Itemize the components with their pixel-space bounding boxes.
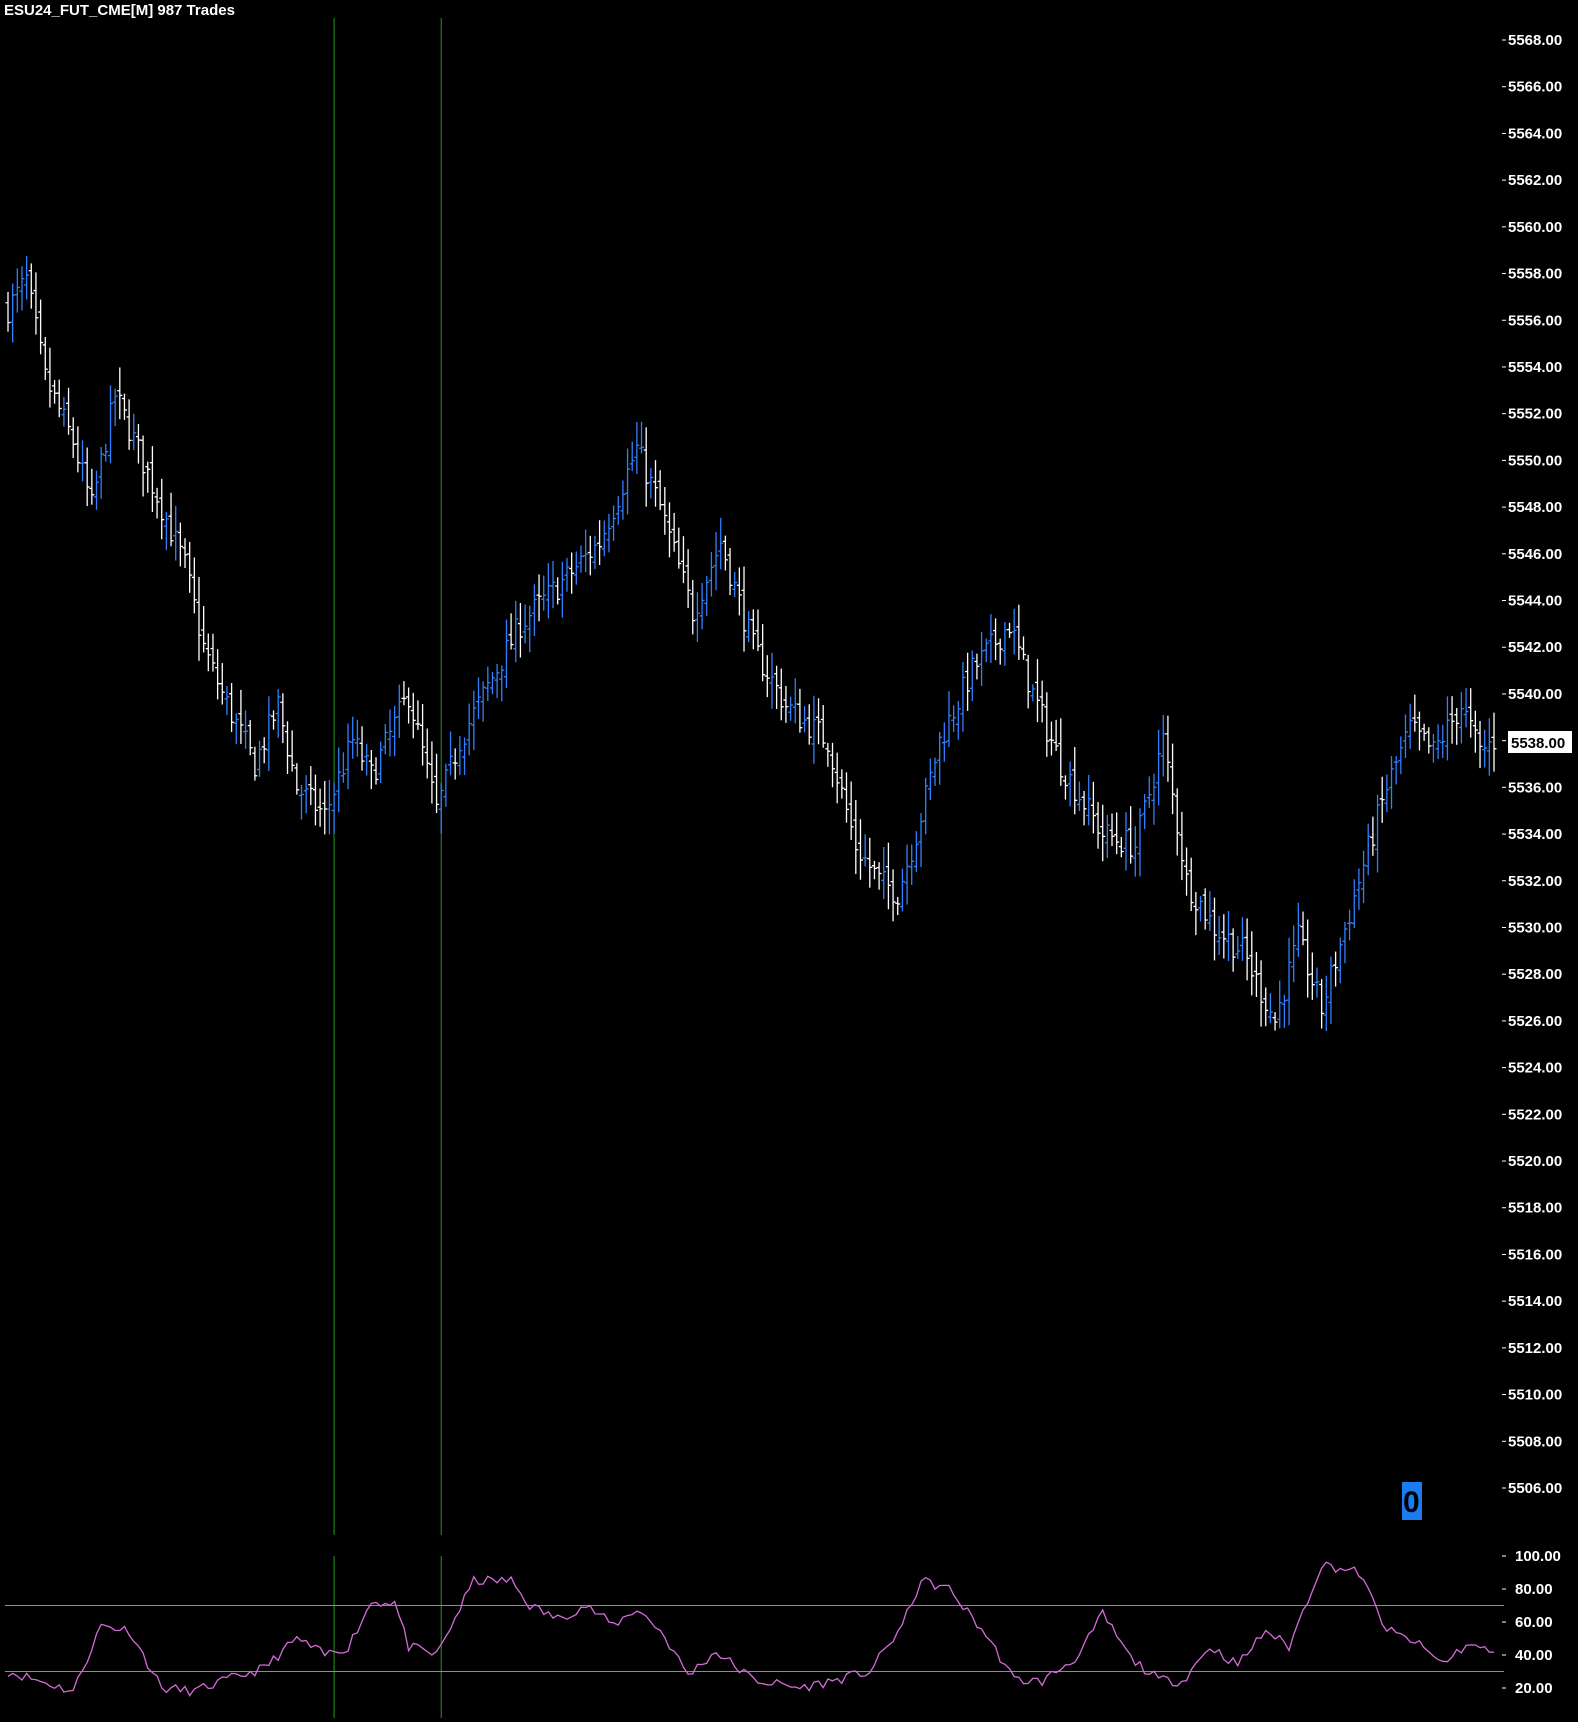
price-tick-label: 5564.00 xyxy=(1508,125,1562,142)
price-tick-label: 5540.00 xyxy=(1508,686,1562,703)
price-tick-label: 5550.00 xyxy=(1508,452,1562,469)
chart-canvas[interactable]: 5568.00 5566.00 5564.00 5562.00 5560.00 5558.… xyxy=(0,0,1578,1722)
oscillator-tick-label: 60.00 xyxy=(1515,1614,1553,1631)
price-tick-label: 5530.00 xyxy=(1508,919,1562,936)
oscillator-tick-label: 20.00 xyxy=(1515,1680,1553,1697)
price-tick-label: 5510.00 xyxy=(1508,1387,1562,1404)
price-tick-label: 5518.00 xyxy=(1508,1200,1562,1217)
price-tick-label: 5508.00 xyxy=(1508,1433,1562,1450)
last-price-label: 5538.00 xyxy=(1511,735,1565,752)
price-tick-label: 5566.00 xyxy=(1508,79,1562,96)
price-tick-label: 5532.00 xyxy=(1508,873,1562,890)
price-tick-label: 5556.00 xyxy=(1508,312,1562,329)
price-tick-label: 5562.00 xyxy=(1508,172,1562,189)
oscillator-tick-label: 100.00 xyxy=(1515,1548,1561,1565)
price-tick-label: 5552.00 xyxy=(1508,406,1562,423)
price-tick-label: 5536.00 xyxy=(1508,779,1562,796)
price-tick-label: 5516.00 xyxy=(1508,1246,1562,1263)
price-tick-label: 5514.00 xyxy=(1508,1293,1562,1310)
oscillator-tick-label: 40.00 xyxy=(1515,1647,1553,1664)
price-tick-label: 5546.00 xyxy=(1508,546,1562,563)
oscillator-tick-label: 80.00 xyxy=(1515,1581,1553,1598)
price-tick-label: 5526.00 xyxy=(1508,1013,1562,1030)
price-tick-label: 5524.00 xyxy=(1508,1060,1562,1077)
price-tick-label: 5568.00 xyxy=(1508,32,1562,49)
price-tick-label: 5542.00 xyxy=(1508,639,1562,656)
price-tick-label: 5528.00 xyxy=(1508,966,1562,983)
price-tick-label: 5554.00 xyxy=(1508,359,1562,376)
price-tick-label: 5520.00 xyxy=(1508,1153,1562,1170)
price-tick-label: 5506.00 xyxy=(1508,1480,1562,1497)
price-tick-label: 5544.00 xyxy=(1508,593,1562,610)
price-tick-label: 5548.00 xyxy=(1508,499,1562,516)
price-tick-label: 5534.00 xyxy=(1508,826,1562,843)
price-tick-label: 5560.00 xyxy=(1508,219,1562,236)
price-tick-label: 5558.00 xyxy=(1508,266,1562,283)
price-tick-label: 5512.00 xyxy=(1508,1340,1562,1357)
price-tick-label: 5522.00 xyxy=(1508,1106,1562,1123)
chart-background xyxy=(0,0,1578,1722)
chart-title: ESU24_FUT_CME[M] 987 Trades xyxy=(4,2,235,19)
bar-counter-label: 0 xyxy=(1403,1486,1420,1519)
